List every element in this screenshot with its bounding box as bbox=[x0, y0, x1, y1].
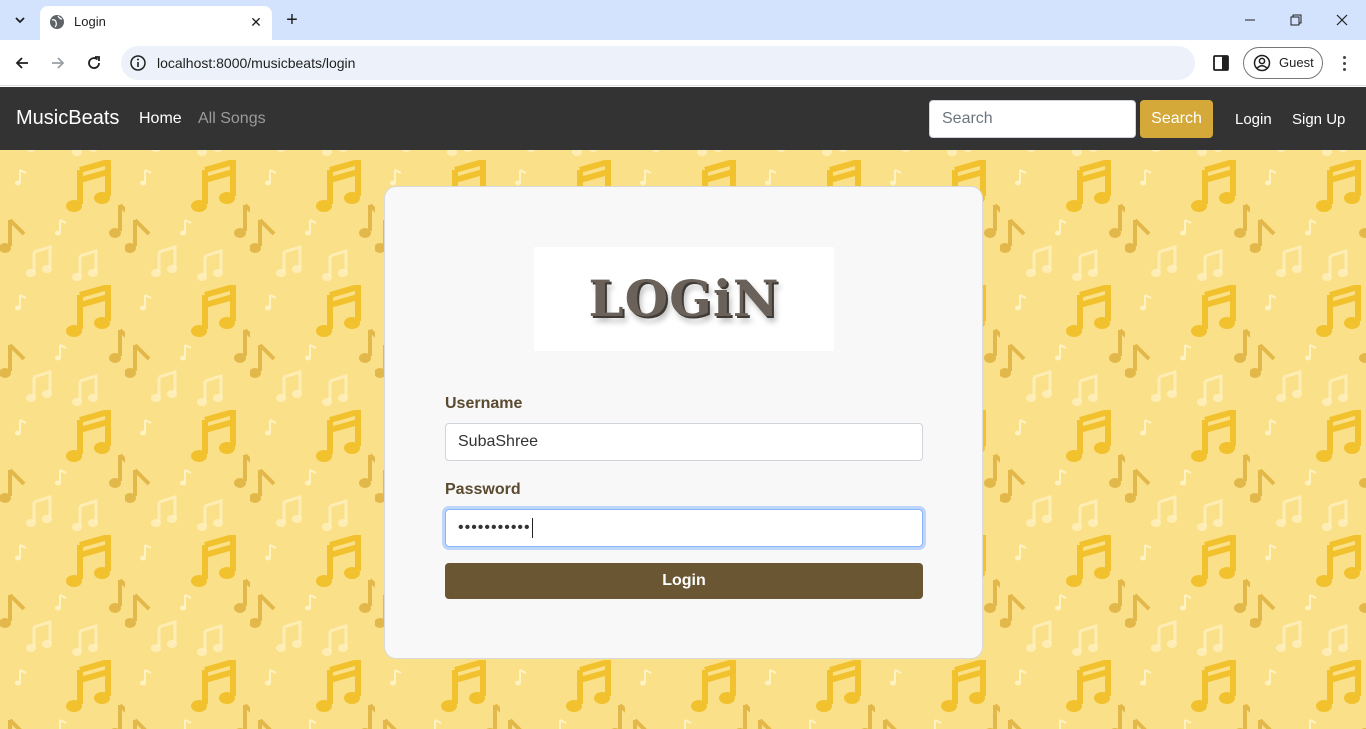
password-field[interactable]: ••••••••••• bbox=[445, 509, 923, 547]
tab-close-icon[interactable]: ✕ bbox=[246, 12, 266, 32]
login-submit-button[interactable]: Login bbox=[445, 563, 923, 599]
tab-search-chevron-icon[interactable] bbox=[8, 8, 32, 32]
nav-link-all-songs[interactable]: All Songs bbox=[198, 110, 266, 128]
login-card: LOGiN Username SubaShree Password ••••••… bbox=[384, 186, 983, 659]
url-text: localhost:8000/musicbeats/login bbox=[157, 55, 356, 71]
restore-icon[interactable] bbox=[1274, 6, 1318, 34]
password-masked-value: ••••••••••• bbox=[458, 519, 531, 536]
globe-icon bbox=[50, 15, 64, 29]
search-button[interactable]: Search bbox=[1140, 100, 1213, 138]
browser-tab[interactable]: Login ✕ bbox=[40, 6, 272, 40]
nav-link-signup[interactable]: Sign Up bbox=[1292, 111, 1345, 128]
login-logo-image: LOGiN bbox=[534, 247, 834, 351]
username-value: SubaShree bbox=[458, 433, 539, 450]
tab-title: Login bbox=[74, 14, 106, 29]
nav-link-home[interactable]: Home bbox=[139, 110, 182, 128]
new-tab-plus-icon[interactable]: + bbox=[281, 9, 303, 31]
login-logo-text: LOGiN bbox=[588, 269, 780, 328]
address-bar[interactable]: localhost:8000/musicbeats/login bbox=[121, 46, 1195, 80]
more-menu-icon[interactable] bbox=[1334, 52, 1354, 74]
profile-label: Guest bbox=[1279, 55, 1314, 70]
search-input[interactable] bbox=[929, 100, 1136, 138]
brand-logo[interactable]: MusicBeats bbox=[16, 107, 119, 130]
browser-toolbar: localhost:8000/musicbeats/login Guest bbox=[0, 40, 1366, 86]
text-caret bbox=[531, 518, 533, 538]
profile-button[interactable]: Guest bbox=[1243, 47, 1323, 79]
site-info-icon[interactable] bbox=[129, 54, 147, 72]
minimize-icon[interactable] bbox=[1228, 6, 1272, 34]
account-circle-icon bbox=[1253, 54, 1271, 72]
forward-arrow-icon[interactable] bbox=[44, 49, 72, 77]
reload-icon[interactable] bbox=[80, 49, 108, 77]
username-label: Username bbox=[445, 395, 523, 412]
nav-link-login[interactable]: Login bbox=[1235, 111, 1272, 128]
side-panel-icon[interactable] bbox=[1211, 53, 1231, 73]
back-arrow-icon[interactable] bbox=[8, 49, 36, 77]
window-close-icon[interactable] bbox=[1320, 6, 1364, 34]
password-label: Password bbox=[445, 481, 521, 498]
username-field[interactable]: SubaShree bbox=[445, 423, 923, 461]
browser-tab-strip: Login ✕ + bbox=[0, 0, 1366, 40]
app-navbar: MusicBeats Home All Songs Search Login S… bbox=[0, 87, 1366, 150]
